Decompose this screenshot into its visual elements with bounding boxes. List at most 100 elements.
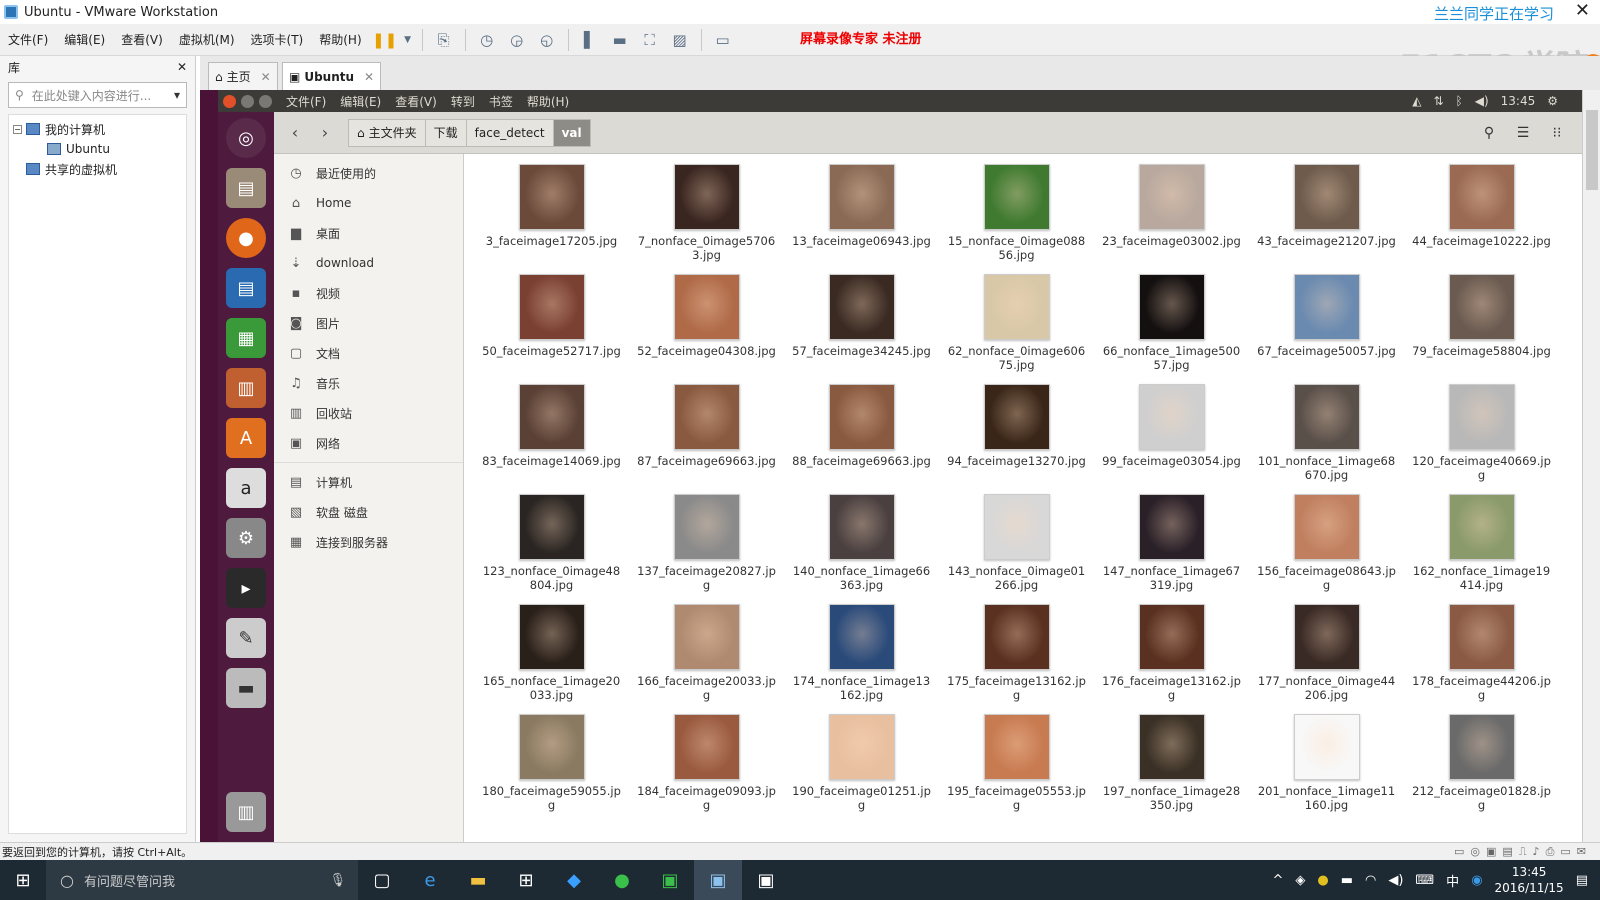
menu-view[interactable]: 查看(V) [113, 31, 171, 48]
thumbnail-bar-icon[interactable]: ▬ [606, 27, 634, 53]
chevron-down-icon[interactable]: ▼ [401, 27, 415, 53]
notification-icon[interactable]: ◭ [1412, 94, 1421, 108]
unity-icon[interactable]: ▨ [666, 27, 694, 53]
file-item[interactable]: 15_nonface_0image08856.jpg [939, 164, 1094, 274]
tray-icon[interactable]: ● [1317, 873, 1328, 888]
software-center-icon[interactable]: A [226, 418, 266, 458]
ubuntu-clock[interactable]: 13:45 [1501, 94, 1536, 108]
close-icon[interactable]: ✕ [364, 70, 374, 84]
file-item[interactable]: 162_nonface_1image19414.jpg [1404, 494, 1559, 604]
chevron-down-icon[interactable]: ▾ [174, 88, 180, 102]
file-item[interactable]: 87_faceimage69663.jpg [629, 384, 784, 494]
dash-icon[interactable]: ◎ [226, 118, 266, 158]
app-icon[interactable]: ◆ [550, 860, 598, 900]
file-item[interactable]: 184_faceimage09093.jpg [629, 714, 784, 824]
battery-icon[interactable]: ▬ [1341, 873, 1353, 888]
file-item[interactable]: 197_nonface_1image28350.jpg [1094, 714, 1249, 824]
sidebar-item[interactable]: ⇣ download [274, 248, 463, 278]
ubuntu-menu-go[interactable]: 转到 [451, 93, 475, 110]
floppy-icon[interactable]: ▣ [1486, 845, 1496, 859]
sidebar-item[interactable]: ▧ 软盘 磁盘 [274, 497, 463, 527]
file-item[interactable]: 176_faceimage13162.jpg [1094, 604, 1249, 714]
firefox-icon[interactable]: ● [226, 218, 266, 258]
pause-icon[interactable]: ❚❚ [371, 27, 399, 53]
menu-file[interactable]: 文件(F) [0, 31, 56, 48]
menu-help[interactable]: 帮助(H) [311, 31, 369, 48]
close-icon[interactable] [223, 94, 236, 108]
file-item[interactable]: 44_faceimage10222.jpg [1404, 164, 1559, 274]
vmware-task-icon[interactable]: ▣ [694, 860, 742, 900]
file-item[interactable]: 177_nonface_0image44206.jpg [1249, 604, 1404, 714]
send-keys-icon[interactable]: ⎘ [430, 27, 458, 53]
trash-icon[interactable]: ▥ [226, 792, 266, 832]
printer-icon[interactable]: ⎙ [1546, 845, 1555, 859]
file-item[interactable]: 66_nonface_1image50057.jpg [1094, 274, 1249, 384]
sidebar-item[interactable]: ▦ 连接到服务器 [274, 527, 463, 557]
ime-indicator[interactable]: 中 [1446, 871, 1459, 890]
files-icon[interactable]: ▤ [226, 168, 266, 208]
back-icon[interactable]: ‹ [280, 119, 310, 147]
terminal-icon[interactable]: ▸ [226, 568, 266, 608]
file-item[interactable]: 156_faceimage08643.jpg [1249, 494, 1404, 604]
console-view-icon[interactable]: ▭ [709, 27, 737, 53]
display-icon[interactable]: ▭ [1560, 845, 1570, 859]
file-item[interactable]: 52_faceimage04308.jpg [629, 274, 784, 384]
action-center-icon[interactable]: ▤ [1576, 873, 1588, 888]
tree-item-my-computer[interactable]: − 我的计算机 [13, 119, 182, 139]
volume-icon[interactable]: ◀) [1475, 94, 1489, 108]
close-icon[interactable]: ✕ [261, 70, 271, 84]
file-item[interactable]: 190_faceimage01251.jpg [784, 714, 939, 824]
breadcrumb-home[interactable]: ⌂ 主文件夹 [348, 118, 426, 147]
snapshot-icon[interactable]: ◷ [473, 27, 501, 53]
volume-icon[interactable]: ◀) [1388, 873, 1403, 888]
file-item[interactable]: 123_nonface_0image48804.jpg [474, 494, 629, 604]
sidebar-item[interactable]: ◙ 图片 [274, 308, 463, 338]
file-item[interactable]: 212_faceimage01828.jpg [1404, 714, 1559, 824]
app-icon[interactable]: ● [598, 860, 646, 900]
scrollbar[interactable] [1582, 90, 1600, 842]
file-item[interactable]: 195_faceimage05553.jpg [939, 714, 1094, 824]
amazon-icon[interactable]: a [226, 468, 266, 508]
file-item[interactable]: 101_nonface_1image68670.jpg [1249, 384, 1404, 494]
tab-ubuntu[interactable]: ▣ Ubuntu ✕ [282, 62, 382, 90]
ubuntu-menu-file[interactable]: 文件(F) [286, 93, 326, 110]
tray-icon[interactable]: ◈ [1295, 873, 1305, 888]
disk-icon[interactable]: ▬ [226, 668, 266, 708]
file-item[interactable]: 174_nonface_1image13162.jpg [784, 604, 939, 714]
windows-start-icon[interactable]: ⊞ [0, 860, 46, 900]
search-icon[interactable]: ⚲ [1474, 119, 1504, 147]
store-icon[interactable]: ⊞ [502, 860, 550, 900]
cortana-search-input[interactable]: ○ 有问题尽管问我 🎙 [46, 860, 358, 900]
settings-icon[interactable]: ⚙ [226, 518, 266, 558]
file-item[interactable]: 99_faceimage03054.jpg [1094, 384, 1249, 494]
file-item[interactable]: 143_nonface_0image01266.jpg [939, 494, 1094, 604]
message-icon[interactable]: ✉ [1577, 845, 1586, 859]
maximize-icon[interactable] [259, 94, 272, 108]
network-icon[interactable]: ▤ [1502, 845, 1512, 859]
file-item[interactable]: 88_faceimage69663.jpg [784, 384, 939, 494]
library-search-input[interactable]: ⚲ 在此处键入内容进行... ▾ [8, 82, 187, 108]
task-view-icon[interactable]: ▢ [358, 860, 406, 900]
calc-icon[interactable]: ▦ [226, 318, 266, 358]
ubuntu-menu-view[interactable]: 查看(V) [395, 93, 437, 110]
file-item[interactable]: 175_faceimage13162.jpg [939, 604, 1094, 714]
list-view-icon[interactable]: ☰ [1508, 119, 1538, 147]
file-item[interactable]: 57_faceimage34245.jpg [784, 274, 939, 384]
sidebar-item[interactable]: ▢ 文档 [274, 338, 463, 368]
ubuntu-menu-edit[interactable]: 编辑(E) [340, 93, 381, 110]
forward-icon[interactable]: › [310, 119, 340, 147]
sidebar-item[interactable]: ▣ 网络 [274, 428, 463, 458]
sidebar-item[interactable]: ▆ 桌面 [274, 218, 463, 248]
cd-icon[interactable]: ◎ [1470, 845, 1480, 859]
scrollbar-thumb[interactable] [1586, 110, 1598, 190]
ubuntu-menu-help[interactable]: 帮助(H) [527, 93, 569, 110]
editor-icon[interactable]: ✎ [226, 618, 266, 658]
fullscreen-icon[interactable]: ⛶ [636, 27, 664, 53]
tree-item-ubuntu[interactable]: Ubuntu [13, 139, 182, 159]
sidebar-item[interactable]: ◷ 最近使用的 [274, 158, 463, 188]
tray-icon[interactable]: ◉ [1471, 873, 1482, 888]
sidebar-item[interactable]: ⌂ Home [274, 188, 463, 218]
microphone-icon[interactable]: 🎙 [329, 873, 346, 888]
revert-snapshot-icon[interactable]: ◶ [503, 27, 531, 53]
breadcrumb-val[interactable]: val [552, 118, 591, 147]
